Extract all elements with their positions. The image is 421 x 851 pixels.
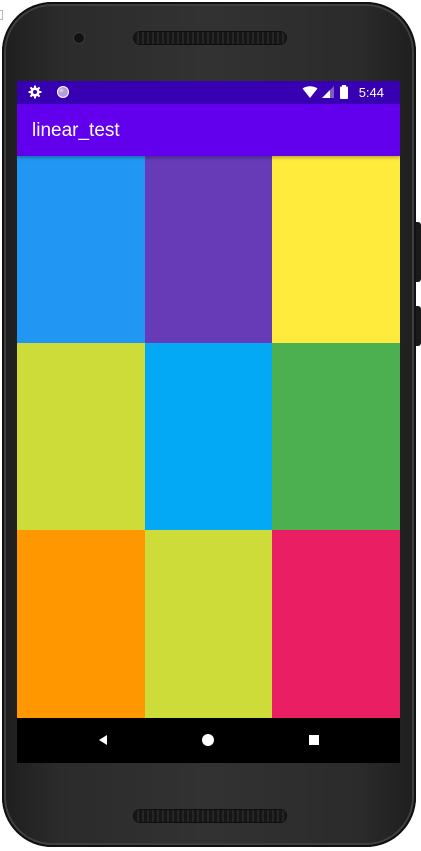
color-grid [17, 156, 400, 718]
status-time: 5:44 [358, 85, 384, 100]
color-block [145, 530, 273, 718]
color-block [272, 530, 400, 718]
color-block [145, 156, 273, 343]
recents-icon[interactable] [306, 732, 322, 748]
status-bar: 5:44 [17, 81, 400, 104]
signal-icon [321, 85, 335, 99]
app-bar: linear_test [17, 104, 400, 156]
device-screen: 5:44 linear_test [17, 81, 400, 763]
color-block [272, 156, 400, 343]
color-block [17, 343, 145, 530]
color-block [272, 343, 400, 530]
color-block [17, 530, 145, 718]
battery-icon [339, 85, 349, 99]
notification-dot-icon [56, 85, 70, 99]
bottom-speaker-grille [134, 810, 286, 822]
front-camera [74, 33, 84, 43]
volume-button[interactable] [416, 222, 421, 282]
back-icon[interactable] [95, 732, 111, 748]
window-edge-mark [0, 10, 3, 20]
top-speaker-grille [134, 32, 286, 44]
power-button[interactable] [416, 306, 421, 346]
emulator-view: 5:44 linear_test [0, 0, 421, 851]
color-block [145, 343, 273, 530]
settings-gear-icon [28, 85, 42, 99]
wifi-icon [302, 85, 318, 99]
app-title: linear_test [32, 120, 120, 141]
home-icon[interactable] [200, 732, 216, 748]
navigation-bar [17, 718, 400, 763]
color-block [17, 156, 145, 343]
